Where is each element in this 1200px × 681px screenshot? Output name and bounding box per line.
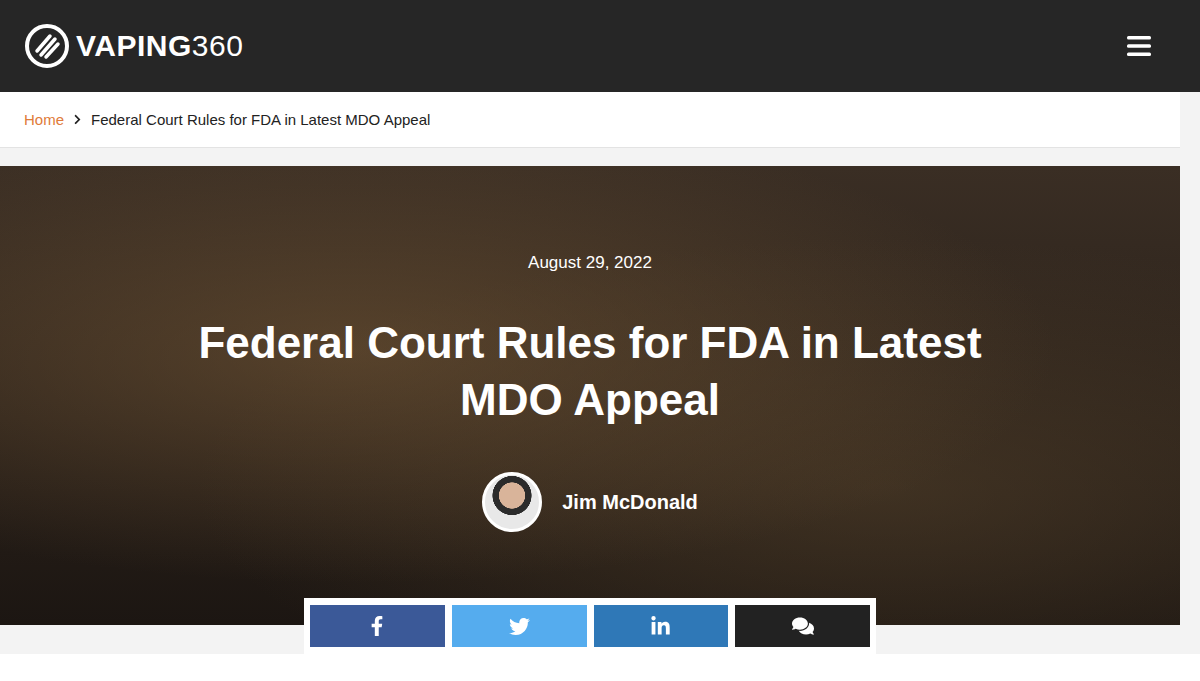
author[interactable]: Jim McDonald	[482, 472, 698, 532]
page-body	[0, 654, 1200, 681]
author-name[interactable]: Jim McDonald	[562, 491, 698, 514]
site-header: VAPING360	[0, 0, 1200, 92]
facebook-icon	[367, 616, 387, 636]
hero-banner: August 29, 2022 Federal Court Rules for F…	[0, 166, 1180, 625]
logo-text: VAPING360	[76, 31, 243, 61]
menu-icon[interactable]	[1126, 35, 1152, 57]
logo-icon	[24, 23, 70, 69]
chevron-right-icon	[72, 114, 83, 125]
breadcrumb-current: Federal Court Rules for FDA in Latest MD…	[91, 111, 430, 128]
logo[interactable]: VAPING360	[24, 23, 243, 69]
page: VAPING360 Home Federal Court Rules for FDA…	[0, 0, 1200, 681]
main: Home Federal Court Rules for FDA in Lates…	[0, 92, 1180, 654]
share-bar	[304, 598, 876, 654]
linkedin-share-button[interactable]	[594, 605, 729, 647]
twitter-share-button[interactable]	[452, 605, 587, 647]
author-avatar[interactable]	[482, 472, 542, 532]
twitter-icon	[509, 616, 530, 637]
comments-share-button[interactable]	[735, 605, 870, 647]
post-date: August 29, 2022	[528, 252, 652, 274]
facebook-share-button[interactable]	[310, 605, 445, 647]
post-title: Federal Court Rules for FDA in Latest MD…	[190, 314, 990, 428]
breadcrumb-link[interactable]: Home	[24, 111, 64, 128]
comments-icon	[792, 615, 814, 637]
breadcrumb: Home Federal Court Rules for FDA in Lates…	[0, 92, 1180, 148]
linkedin-icon	[650, 616, 671, 637]
